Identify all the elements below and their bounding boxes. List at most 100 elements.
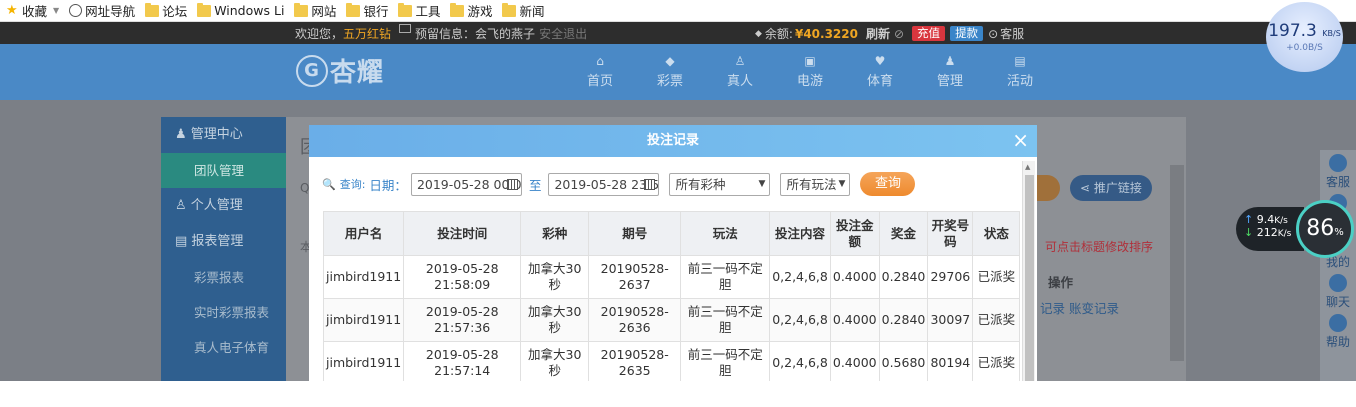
lottery-select[interactable]: 所有彩种 ▼ — [669, 172, 771, 196]
sidebar-group-personal[interactable]: ♙ 个人管理 — [161, 188, 286, 224]
download-value: 212 — [1256, 226, 1278, 239]
bookmark-news[interactable]: 新闻 — [500, 0, 552, 22]
chevron-down-icon: ▼ — [758, 178, 766, 189]
mail-icon[interactable] — [399, 24, 412, 33]
table-row: jimbird1911 2019-05-28 21:57:36 加拿大30秒 2… — [322, 298, 1021, 342]
folder-icon — [398, 2, 413, 17]
scrollbar-thumb[interactable] — [1025, 175, 1034, 381]
memory-gauge[interactable]: 86% — [1296, 200, 1354, 258]
slot-icon: ▣ — [804, 54, 816, 68]
modal-title: 投注记录 — [309, 125, 1037, 157]
calendar-icon[interactable] — [644, 178, 656, 190]
nav-home[interactable]: ⌂ 首页 — [565, 54, 635, 89]
speed-widget[interactable]: 197.3 KB/S +0.0B/S — [1266, 2, 1343, 72]
nav-label: 真人 — [726, 74, 753, 89]
sidebar-group-reports[interactable]: ▤ 报表管理 — [161, 224, 286, 260]
bookmark-forum[interactable]: 论坛 — [143, 0, 195, 22]
withdraw-button[interactable]: 提款 — [950, 26, 984, 41]
right-float-bar: 客服 客服 我的 聊天 帮助 — [1320, 150, 1356, 381]
bookmark-nav[interactable]: 网址导航 — [67, 0, 143, 22]
bookmark-games[interactable]: 游戏 — [448, 0, 500, 22]
modal-scrollbar[interactable]: ▲ — [1022, 161, 1035, 381]
sort-hint: 可点击标题修改排序 — [1045, 240, 1154, 254]
gauge-unit: % — [1334, 227, 1344, 238]
cell-user: jimbird1911 — [322, 341, 405, 381]
bookmark-favorites[interactable]: ★ 收藏 ▼ — [4, 0, 67, 22]
cell-numbers: 80194 — [927, 341, 974, 381]
nav-manage[interactable]: ♟ 管理 — [915, 54, 985, 89]
speed-unit: KB/S — [1322, 29, 1341, 38]
bookmark-windows[interactable]: Windows Li — [195, 0, 292, 22]
net-monitor[interactable]: ↑ 9.4K/s ↓ 212K/s — [1236, 207, 1304, 251]
calendar-icon[interactable] — [506, 178, 518, 190]
scroll-up-arrow-icon[interactable]: ▲ — [1025, 163, 1030, 171]
column-header: 奖金 — [878, 211, 929, 256]
bookmark-label: 银行 — [363, 4, 389, 19]
bookmark-label: 网站 — [311, 4, 337, 19]
cell-play: 前三一码不定胆 — [680, 255, 771, 299]
eye-hide-icon[interactable]: ⊘ — [894, 27, 904, 41]
bookmark-tools[interactable]: 工具 — [396, 0, 448, 22]
sidebar-item-realtime-report[interactable]: 实时彩票报表 — [161, 295, 286, 330]
gauge-value: 86 — [1306, 216, 1335, 241]
rightbar-chat[interactable]: 聊天 — [1320, 270, 1356, 310]
upload-arrow-icon: ↑ — [1244, 213, 1257, 226]
cell-numbers: 29706 — [927, 255, 974, 299]
logout-link[interactable]: 安全退出 — [539, 25, 587, 42]
sidebar-item-live-report[interactable]: 真人电子体育 — [161, 330, 286, 365]
column-header: 玩法 — [680, 211, 771, 256]
sidebar-item-team[interactable]: 团队管理 — [161, 153, 286, 188]
date-from-input[interactable]: 2019-05-28 00:00:00 — [410, 172, 522, 196]
refresh-link[interactable]: 刷新 — [866, 25, 890, 42]
site-logo[interactable]: G 杏耀 — [296, 52, 384, 89]
nav-live[interactable]: ♙ 真人 — [705, 54, 775, 89]
users-icon: ♟ — [944, 54, 956, 68]
close-icon[interactable]: × — [1012, 127, 1029, 153]
nav-sports[interactable]: ♥ 体育 — [845, 54, 915, 89]
cell-time: 2019-05-28 21:58:09 — [403, 255, 522, 299]
cell-lottery: 加拿大30秒 — [520, 298, 590, 342]
cell-status: 已派奖 — [972, 255, 1021, 299]
username[interactable]: 五万红钻 — [343, 25, 391, 42]
play-select[interactable]: 所有玩法 ▼ — [780, 172, 851, 196]
cell-lottery: 加拿大30秒 — [520, 341, 590, 381]
query-button[interactable]: 查询 — [860, 172, 916, 196]
sidebar-group-admin[interactable]: ♟ 管理中心 — [161, 117, 286, 153]
help-icon — [1329, 314, 1347, 332]
logo-badge-icon: G — [296, 54, 328, 87]
rightbar-help[interactable]: 帮助 — [1320, 310, 1356, 350]
service-icon — [1329, 154, 1347, 172]
bookmark-bank[interactable]: 银行 — [344, 0, 396, 22]
diamond-icon: ◆ — [665, 54, 675, 68]
recharge-button[interactable]: 充值 — [912, 26, 946, 41]
background-scrollbar — [1170, 165, 1184, 361]
column-header: 投注金额 — [829, 211, 880, 256]
cell-lottery: 加拿大30秒 — [520, 255, 590, 299]
nav-label: 体育 — [866, 74, 893, 89]
table-row: jimbird1911 2019-05-28 21:58:09 加拿大30秒 2… — [322, 255, 1021, 299]
rightbar-label: 帮助 — [1325, 335, 1350, 349]
nav-lottery[interactable]: ◆ 彩票 — [635, 54, 705, 89]
chevron-down-icon: ▼ — [53, 6, 60, 15]
bookmark-label: 论坛 — [162, 4, 188, 19]
nav-label: 管理 — [936, 74, 963, 89]
bookmark-sites[interactable]: 网站 — [292, 0, 344, 22]
play-select-value: 所有玩法 — [786, 176, 837, 192]
bookmark-label: Windows Li — [214, 3, 285, 18]
rightbar-label: 客服 — [1325, 175, 1350, 189]
nav-slots[interactable]: ▣ 电游 — [775, 54, 845, 89]
table-header-row: 用户名 投注时间 彩种 期号 玩法 投注内容 投注金额 奖金 开奖号码 状态 — [322, 211, 1021, 256]
share-icon: ⋖ — [1080, 181, 1094, 195]
cell-amount: 0.4000 — [829, 341, 880, 381]
bookmark-label: 新闻 — [519, 4, 545, 19]
cell-issue: 20190528-2635 — [588, 341, 682, 381]
record-links: 记录 账变记录 — [1040, 301, 1119, 316]
cell-numbers: 30097 — [927, 298, 974, 342]
date-to-input[interactable]: 2019-05-28 23:59:59 — [548, 172, 660, 196]
cell-issue: 20190528-2636 — [588, 298, 682, 342]
sidebar-item-lottery-report[interactable]: 彩票报表 — [161, 260, 286, 295]
rightbar-service[interactable]: 客服 — [1320, 150, 1356, 190]
service-link[interactable]: 客服 — [1000, 25, 1024, 42]
column-header: 用户名 — [322, 211, 405, 256]
nav-events[interactable]: ▤ 活动 — [985, 54, 1055, 89]
